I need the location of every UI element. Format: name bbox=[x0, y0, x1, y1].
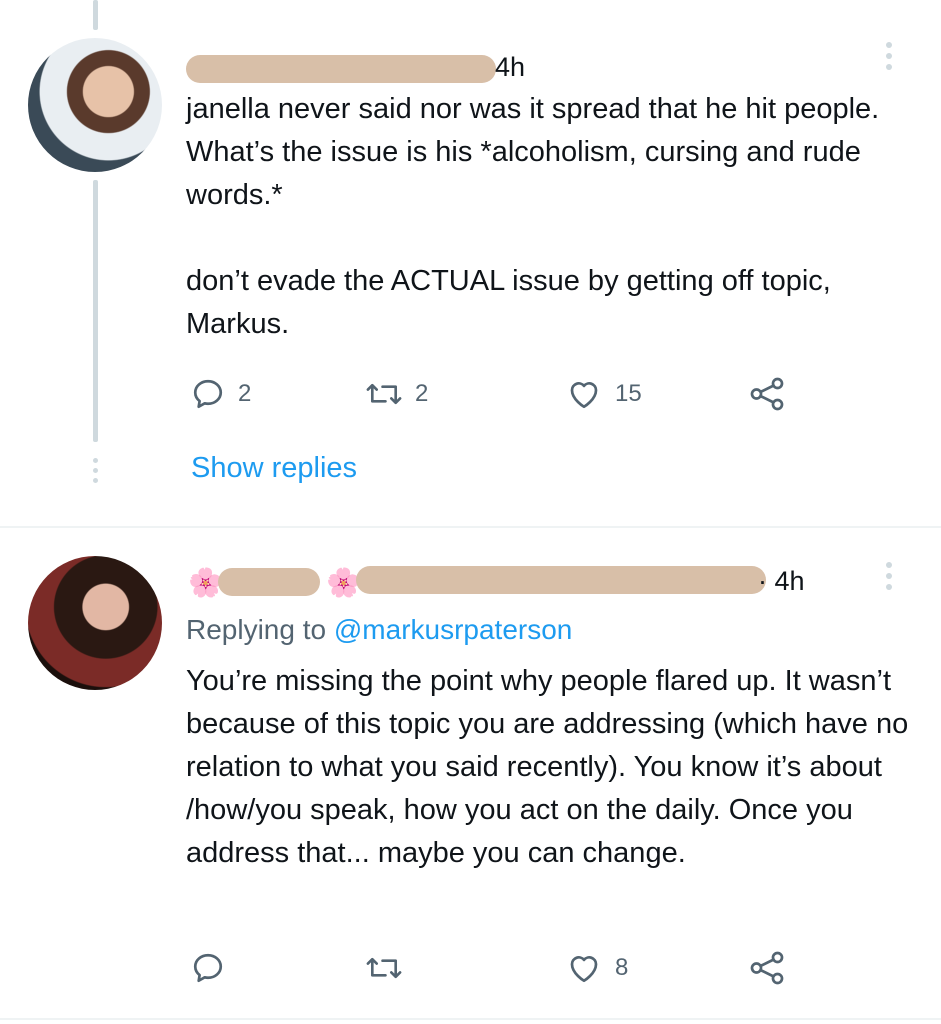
redacted-username bbox=[186, 55, 496, 83]
replying-to: Replying to @markusrpaterson bbox=[186, 614, 572, 646]
show-replies-link[interactable]: Show replies bbox=[191, 452, 357, 485]
like-count: 8 bbox=[615, 954, 629, 981]
retweet-icon bbox=[366, 383, 402, 405]
retweet-count: 2 bbox=[415, 380, 429, 407]
avatar[interactable] bbox=[28, 38, 162, 172]
reply-button[interactable]: 2 bbox=[190, 376, 365, 412]
retweet-icon bbox=[366, 957, 402, 979]
like-button[interactable]: 8 bbox=[565, 950, 747, 986]
redacted-display-name bbox=[218, 568, 320, 596]
divider bbox=[0, 526, 941, 528]
more-options-icon[interactable] bbox=[883, 42, 895, 75]
tweet-actions: 8 bbox=[190, 950, 787, 986]
heart-icon bbox=[570, 956, 598, 983]
tweet-actions: 2 2 15 bbox=[190, 376, 787, 412]
retweet-button[interactable] bbox=[365, 950, 565, 986]
redacted-username bbox=[356, 566, 766, 594]
share-button[interactable] bbox=[747, 950, 787, 986]
like-count: 15 bbox=[615, 380, 642, 407]
replying-to-label: Replying to bbox=[186, 614, 334, 645]
share-icon bbox=[750, 377, 784, 411]
reply-icon bbox=[193, 379, 223, 409]
share-button[interactable] bbox=[747, 376, 787, 412]
heart-icon bbox=[570, 382, 598, 409]
reply-icon bbox=[193, 953, 223, 983]
divider bbox=[0, 1018, 941, 1020]
tweet-time: 4h bbox=[495, 52, 526, 82]
tweet-text: janella never said nor was it spread tha… bbox=[186, 93, 880, 340]
retweet-button[interactable]: 2 bbox=[365, 376, 565, 412]
thread-gap-dots bbox=[90, 458, 100, 488]
tweet-time: · 4h bbox=[758, 566, 805, 596]
avatar[interactable] bbox=[28, 556, 162, 690]
share-icon bbox=[750, 951, 784, 985]
more-options-icon[interactable] bbox=[883, 562, 895, 595]
thread-line-top bbox=[93, 0, 98, 30]
reply-count: 2 bbox=[238, 380, 252, 407]
tweet-text: You’re missing the point why people flar… bbox=[186, 665, 917, 869]
mention-link[interactable]: @markusrpaterson bbox=[334, 614, 573, 645]
thread-line bbox=[93, 180, 98, 442]
like-button[interactable]: 15 bbox=[565, 376, 747, 412]
reply-button[interactable] bbox=[190, 950, 365, 986]
